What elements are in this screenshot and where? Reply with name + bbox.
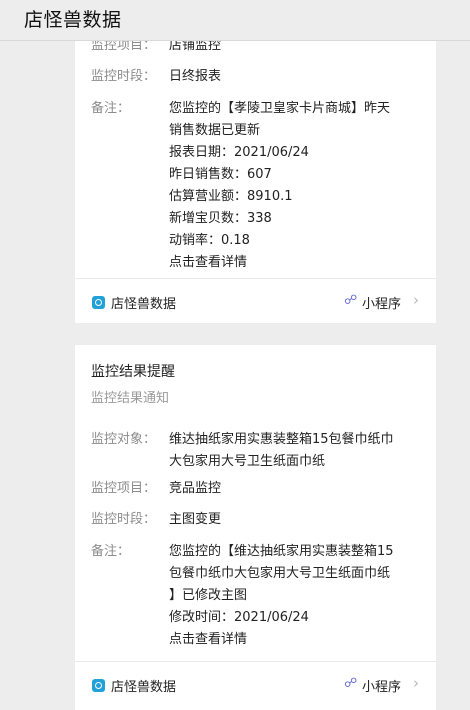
card-title: 监控结果提醒	[91, 364, 175, 380]
card-footer[interactable]: 店怪兽数据 ☍ 小程序 ›	[75, 661, 436, 710]
note-line: 包餐巾纸巾大包家用大号卫生纸面巾纸	[169, 566, 391, 581]
message-list[interactable]: 监控项目： 店铺监控 监控时段： 日终报表 备注： 您监控的【孝陵卫皇家卡片商城…	[0, 0, 470, 710]
app-name: 店怪兽数据	[111, 297, 177, 312]
row-key: 监控对象：	[91, 432, 157, 447]
title-bar: 店怪兽数据	[0, 0, 470, 41]
miniprogram-label: 小程序	[362, 297, 402, 312]
miniprogram-label: 小程序	[362, 680, 402, 695]
miniprogram-link-icon: ☍	[344, 676, 358, 691]
app-logo-icon	[92, 679, 105, 692]
note-text: 您监控的【孝陵卫皇家卡片商城】昨天 销售数据已更新 报表日期：2021/06/2…	[169, 98, 419, 274]
page-title: 店怪兽数据	[24, 9, 122, 31]
app-logo-icon	[92, 296, 105, 309]
card-footer[interactable]: 店怪兽数据 ☍ 小程序 ›	[75, 278, 436, 327]
row-key: 备注：	[91, 544, 131, 559]
target-line: 维达抽纸家用实惠装整箱15包餐巾纸巾	[169, 432, 394, 447]
note-line: 动销率：0.18	[169, 233, 250, 248]
row-value: 主图变更	[169, 512, 222, 527]
note-line: 报表日期：2021/06/24	[169, 145, 309, 160]
target-line: 大包家用大号卫生纸面巾纸	[169, 454, 326, 469]
note-line: 销售数据已更新	[169, 123, 261, 138]
note-line: 您监控的【维达抽纸家用实惠装整箱15	[169, 544, 394, 559]
view-details-link[interactable]: 点击查看详情	[169, 252, 419, 274]
note-line: 修改时间：2021/06/24	[169, 610, 309, 625]
row-key: 监控时段：	[91, 512, 157, 527]
target-text: 维达抽纸家用实惠装整箱15包餐巾纸巾 大包家用大号卫生纸面巾纸	[169, 429, 419, 473]
row-value: 日终报表	[169, 69, 222, 84]
miniprogram-link-icon: ☍	[344, 293, 358, 308]
card-subtitle: 监控结果通知	[91, 391, 170, 406]
row-key: 备注：	[91, 101, 131, 116]
row-key: 监控项目：	[91, 481, 157, 496]
chevron-right-icon: ›	[413, 291, 419, 309]
app-name: 店怪兽数据	[111, 680, 177, 695]
chevron-right-icon: ›	[413, 674, 419, 692]
message-card-competitor-alert[interactable]: 监控结果提醒 监控结果通知 监控对象： 维达抽纸家用实惠装整箱15包餐巾纸巾 大…	[75, 345, 436, 710]
view-details-link[interactable]: 点击查看详情	[169, 629, 419, 651]
row-key: 监控时段：	[91, 69, 157, 84]
note-line: 新增宝贝数：338	[169, 211, 272, 226]
note-line: 昨日销售数：607	[169, 167, 272, 182]
message-card-daily-report[interactable]: 监控项目： 店铺监控 监控时段： 日终报表 备注： 您监控的【孝陵卫皇家卡片商城…	[75, 20, 436, 323]
note-text: 您监控的【维达抽纸家用实惠装整箱15 包餐巾纸巾大包家用大号卫生纸面巾纸 】已修…	[169, 541, 419, 651]
note-line: 估算营业额：8910.1	[169, 189, 293, 204]
note-line: 您监控的【孝陵卫皇家卡片商城】昨天	[169, 101, 391, 116]
row-value: 竞品监控	[169, 481, 222, 496]
note-line: 】已修改主图	[169, 588, 248, 603]
